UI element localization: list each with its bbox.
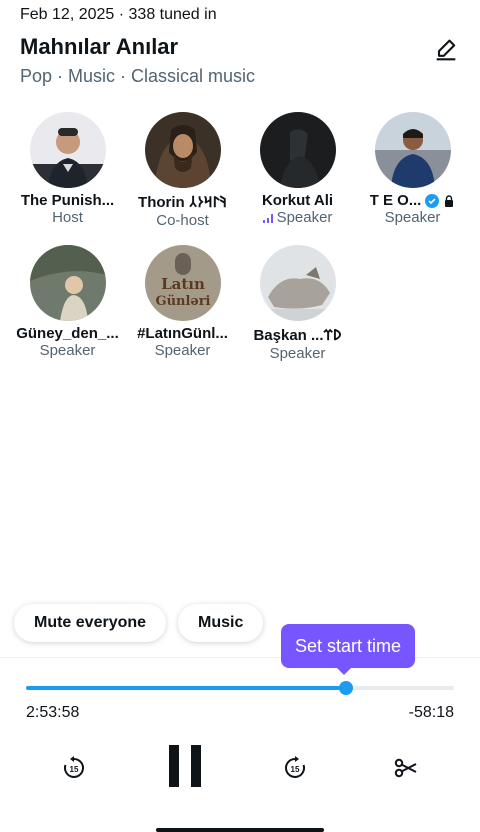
avatar[interactable] — [29, 112, 106, 188]
avatar-text-latin: Latın — [161, 275, 205, 293]
participant-name: T E O... — [369, 192, 422, 209]
mute-everyone-button[interactable]: Mute everyone — [14, 604, 167, 642]
pause-icon — [169, 745, 201, 787]
participant-card[interactable]: T E O... Speaker — [355, 112, 470, 229]
participant-card[interactable]: Korkut Ali Speaker — [240, 112, 355, 229]
participant-name: Thorin 𐰚𐰃𐰺𐰆𐰲 — [138, 194, 227, 211]
participant-role: Speaker — [39, 342, 96, 359]
participant-card[interactable]: Latın Günləri #LatınGünl... Speaker — [125, 245, 240, 362]
speaking-indicator-icon — [262, 213, 273, 223]
space-meta: Feb 12, 2025 · 338 tuned in — [20, 6, 217, 23]
avatar[interactable] — [374, 112, 451, 188]
participant-role: Host — [52, 209, 83, 226]
participant-role: Speaker — [269, 345, 326, 362]
participant-card[interactable]: Güney_den_... Speaker — [10, 245, 125, 362]
verified-badge-icon — [425, 193, 440, 208]
clip-button[interactable] — [392, 754, 420, 782]
participant-card[interactable]: Thorin 𐰚𐰃𐰺𐰆𐰲 Co-host — [125, 112, 240, 229]
scrubber-thumb[interactable] — [338, 681, 353, 695]
participant-role: Speaker — [276, 209, 333, 226]
avatar[interactable]: Latın Günləri — [144, 245, 221, 321]
home-indicator — [156, 828, 324, 832]
participant-name: Korkut Ali — [261, 192, 334, 209]
participant-name: The Punish... — [20, 192, 115, 209]
music-button[interactable]: Music — [178, 604, 264, 642]
playback-scrubber[interactable] — [26, 681, 454, 695]
avatar[interactable] — [259, 245, 336, 321]
rewind-seconds: 15 — [70, 765, 79, 774]
remaining-time: -58:18 — [408, 704, 454, 721]
participant-name: Başkan ...𐰖𐰼 — [253, 327, 342, 344]
avatar[interactable] — [259, 112, 336, 188]
avatar[interactable] — [144, 112, 221, 188]
set-start-time-tooltip[interactable]: Set start time — [281, 624, 415, 675]
rewind-icon: 15 — [64, 756, 84, 778]
participants-grid: The Punish... Host Thorin 𐰚𐰃𐰺𐰆𐰲 Co-host … — [10, 112, 470, 362]
space-title: Mahnılar Anılar — [20, 34, 179, 59]
elapsed-time: 2:53:58 — [26, 704, 80, 721]
participant-name: #LatınGünl... — [137, 325, 228, 342]
edit-icon[interactable] — [432, 36, 460, 64]
playback-progress-fill — [26, 686, 346, 690]
participant-role: Speaker — [154, 342, 211, 359]
lock-icon — [445, 194, 454, 207]
participant-name: Güney_den_... — [16, 325, 119, 342]
scissors-icon — [394, 758, 417, 778]
avatar[interactable] — [29, 245, 106, 321]
participant-card[interactable]: Başkan ...𐰖𐰼 Speaker — [240, 245, 355, 362]
rewind-15-button[interactable]: 15 — [60, 754, 88, 782]
participant-role: Co-host — [156, 212, 209, 229]
forward-seconds: 15 — [291, 765, 300, 774]
participant-card[interactable]: The Punish... Host — [10, 112, 125, 229]
forward-15-button[interactable]: 15 — [281, 754, 309, 782]
pause-button[interactable] — [166, 744, 204, 788]
avatar-text-gunleri: Günləri — [155, 294, 210, 309]
participant-role: Speaker — [384, 209, 441, 226]
space-topics: Pop · Music · Classical music — [20, 66, 256, 86]
forward-icon: 15 — [285, 756, 305, 778]
